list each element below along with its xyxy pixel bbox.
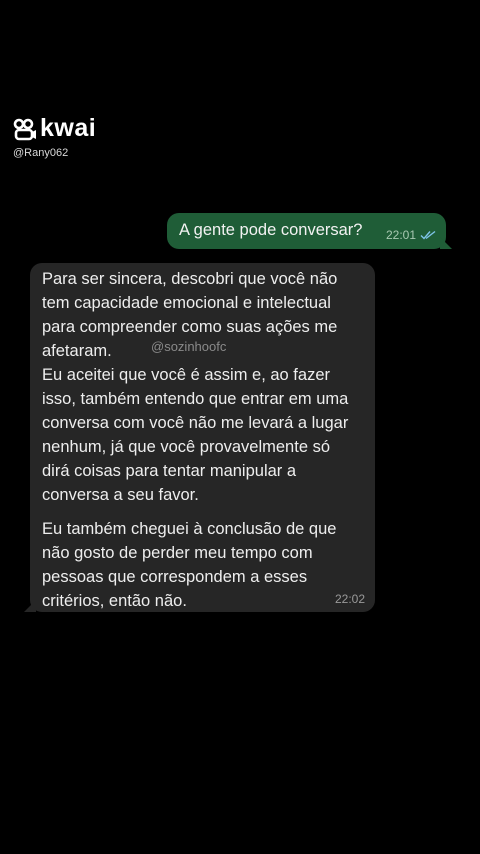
outgoing-message-time: 22:01 [385,228,416,242]
message-line: conversa a seu favor. [42,486,199,504]
overlay-watermark-handle: @sozinhoofc [151,339,227,354]
message-line: Para ser sincera, descobri que você não [42,270,338,288]
double-check-read-icon [420,230,436,240]
outgoing-message-meta: 22:01 [386,228,436,242]
kwai-brand-text: kwai [40,114,97,142]
chat-screen: kwai @Rany062 A gente pode conversar? 22… [0,0,480,854]
outgoing-message-text: A gente pode conversar? [179,221,363,239]
message-line: dirá coisas para tentar manipular a [42,462,297,480]
incoming-message-time: 22:02 [334,592,365,606]
message-line: para compreender como suas ações me [42,318,338,336]
kwai-logo: kwai [13,116,96,141]
message-line: critérios, então não. [42,592,187,610]
message-line: tem capacidade emocional e intelectual [42,294,331,312]
kwai-user-handle: @Rany062 [13,147,69,159]
message-line: conversa com você não me levará a lugar [42,414,349,432]
message-line: Eu aceitei que você é assim e, ao fazer [42,366,330,384]
outgoing-message-bubble[interactable]: A gente pode conversar? 22:01 [167,213,446,249]
message-line: pessoas que correspondem a esses [42,568,308,586]
message-line: nenhum, já que você provavelmente só [42,438,331,456]
message-line: não gosto de perder meu tempo com [42,544,313,562]
message-line: Eu também cheguei à conclusão de que [42,520,337,538]
incoming-message-bubble[interactable]: Para ser sincera, descobri que você não … [30,263,375,612]
message-line: afetaram. [42,342,112,360]
message-line: isso, também entendo que entrar em uma [42,390,349,408]
kwai-logo-icon [13,118,36,140]
